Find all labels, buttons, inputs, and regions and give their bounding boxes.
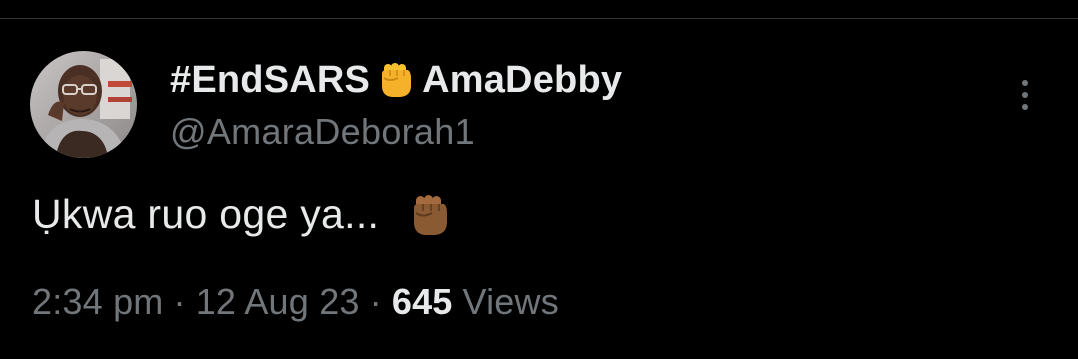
raised-fist-dark-icon <box>407 192 453 238</box>
tweet-text: Ụkwa ruo oge ya... <box>32 191 453 238</box>
author-handle[interactable]: @AmaraDeborah1 <box>170 111 622 153</box>
author-names: #EndSARS AmaDebby @AmaraDeborah1 <box>170 57 622 153</box>
tweet-meta: 2:34 pm · 12 Aug 23 · 645 Views <box>32 281 559 323</box>
views-count: 645 <box>391 281 453 322</box>
display-name-row[interactable]: #EndSARS AmaDebby <box>170 57 622 103</box>
author-display-name: AmaDebby <box>422 58 623 101</box>
more-vertical-icon <box>1022 80 1028 86</box>
views-label: Views <box>462 281 559 322</box>
more-options-button[interactable] <box>1010 73 1040 117</box>
tweet-date[interactable]: 12 Aug 23 <box>196 281 360 323</box>
avatar-image <box>30 51 137 158</box>
more-vertical-icon <box>1022 92 1028 98</box>
meta-separator: · <box>369 281 382 322</box>
tweet-time[interactable]: 2:34 pm <box>32 281 163 323</box>
author-tag: #EndSARS <box>170 58 371 101</box>
more-vertical-icon <box>1022 104 1028 110</box>
raised-fist-icon <box>376 60 416 100</box>
tweet[interactable]: #EndSARS AmaDebby @AmaraDeborah1 Ụkwa ru… <box>0 19 1078 359</box>
tweet-text-content: Ụkwa ruo oge ya... <box>32 191 380 237</box>
meta-separator: · <box>173 281 186 322</box>
avatar[interactable] <box>30 51 137 158</box>
